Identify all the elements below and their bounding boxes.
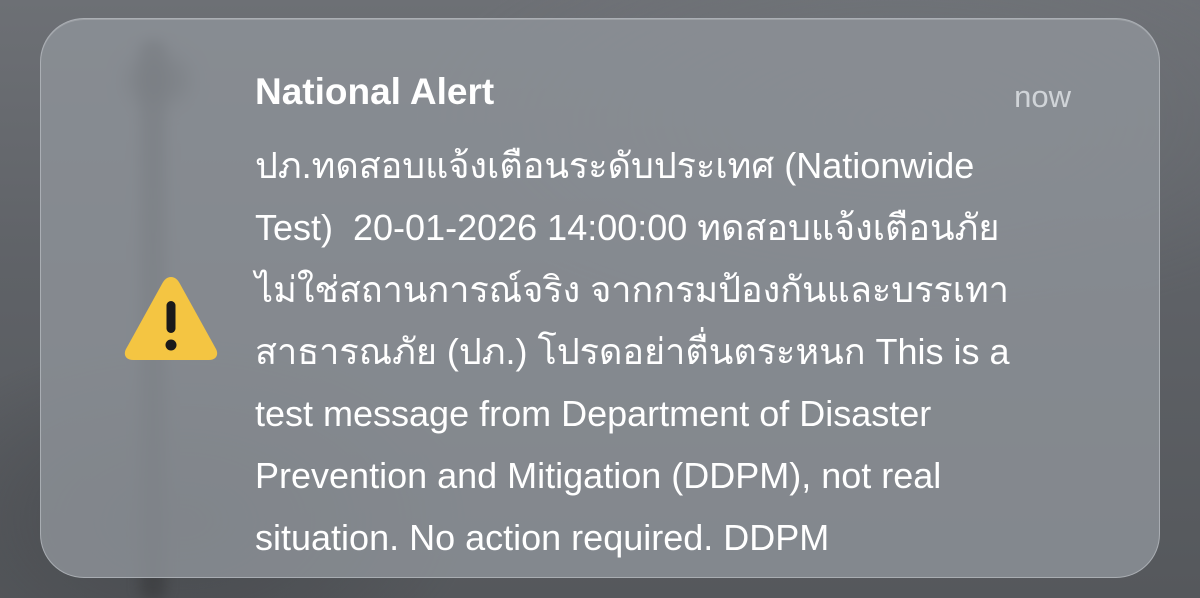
alert-message-line: ปภ.ทดสอบแจ้งเตือนระดับประเทศ (Nationwide (255, 145, 975, 186)
warning-icon (124, 277, 218, 360)
alert-notification-card[interactable]: National Alert now ปภ.ทดสอบแจ้งเตือนระดั… (40, 18, 1160, 578)
alert-message-line: situation. No action required. DDPM (255, 517, 830, 558)
alert-message-line: Prevention and Mitigation (DDPM), not re… (255, 455, 942, 496)
alert-title: National Alert (255, 71, 495, 112)
alert-timestamp: now (1014, 79, 1071, 114)
alert-message: ปภ.ทดสอบแจ้งเตือนระดับประเทศ (Nationwide… (255, 135, 1135, 569)
alert-message-line: test message from Department of Disaster (255, 393, 932, 434)
alert-message-line: สาธารณภัย (ปภ.) โปรดอย่าตื่นตระหนก This … (255, 331, 1010, 372)
alert-message-line: ไม่ใช่สถานการณ์จริง จากกรมป้องกันและบรรเ… (255, 269, 1009, 310)
alert-message-line: Test) 20-01-2026 14:00:00 ทดสอบแจ้งเตือน… (255, 207, 1000, 248)
